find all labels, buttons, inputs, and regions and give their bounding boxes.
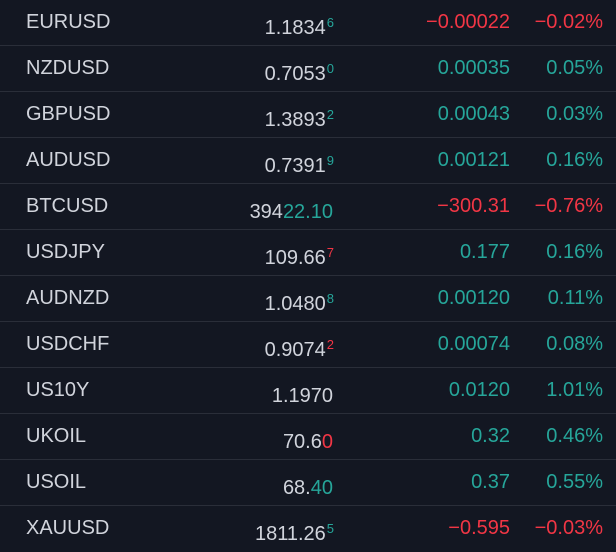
last-price: 39422.10 — [250, 184, 334, 229]
price-change-percent: −0.76% — [534, 195, 603, 217]
symbol-name: US10Y — [26, 379, 90, 401]
watchlist-row-ukoil[interactable]: UKOIL 70.60 0.32 0.46% — [0, 414, 616, 460]
last-price-base: 1.3893 — [264, 109, 326, 131]
symbol-name: USOIL — [26, 471, 87, 493]
last-price-base: 1811.26 — [254, 523, 326, 545]
price-change-percent: 0.05% — [546, 57, 603, 79]
price-change-percent: −0.03% — [534, 517, 603, 539]
last-price-changed-digits: 22.10 — [282, 201, 333, 223]
last-price: 70.60 — [283, 414, 334, 459]
last-price-pip-digit: 0 — [326, 61, 334, 76]
last-price-pip-digit: 2 — [326, 337, 334, 352]
price-change: 0.32 — [471, 425, 510, 447]
watchlist-row-usdchf[interactable]: USDCHF 0.90742 0.00074 0.08% — [0, 322, 616, 368]
watchlist-row-nzdusd[interactable]: NZDUSD 0.70530 0.00035 0.05% — [0, 46, 616, 92]
price-change: 0.37 — [471, 471, 510, 493]
price-change: 0.00120 — [437, 287, 510, 309]
last-price: 68.40 — [283, 460, 334, 505]
price-change-percent: −0.02% — [534, 11, 603, 33]
last-price-base: 109.66 — [264, 247, 326, 269]
last-price: 0.90742 — [265, 322, 334, 367]
last-price-base: 1.0480 — [264, 293, 326, 315]
price-change: −0.595 — [448, 517, 510, 539]
last-price: 1.04808 — [265, 276, 334, 321]
price-change: −0.00022 — [426, 11, 510, 33]
price-change-percent: 0.16% — [546, 241, 603, 263]
watchlist-row-xauusd[interactable]: XAUUSD 1811.265 −0.595 −0.03% — [0, 506, 616, 551]
price-change-percent: 0.03% — [546, 103, 603, 125]
watchlist-row-us10y[interactable]: US10Y 1.1970 0.0120 1.01% — [0, 368, 616, 414]
watchlist-row-usdjpy[interactable]: USDJPY 109.667 0.177 0.16% — [0, 230, 616, 276]
last-price: 0.70530 — [265, 46, 334, 91]
price-change: 0.00121 — [437, 149, 510, 171]
last-price-pip-digit: 2 — [326, 107, 334, 122]
symbol-name: AUDUSD — [26, 149, 111, 171]
watchlist-row-gbpusd[interactable]: GBPUSD 1.38932 0.00043 0.03% — [0, 92, 616, 138]
last-price-base: 68. — [282, 477, 311, 499]
last-price: 1.38932 — [265, 92, 334, 137]
price-change: 0.00074 — [437, 333, 510, 355]
price-change: 0.00035 — [437, 57, 510, 79]
last-price-base: 0.7053 — [264, 63, 326, 85]
last-price-pip-digit: 6 — [326, 15, 334, 30]
last-price-pip-digit: 8 — [326, 291, 334, 306]
last-price-base: 70.6 — [282, 431, 322, 453]
price-change-percent: 0.46% — [546, 425, 603, 447]
last-price-base: 0.9074 — [264, 339, 326, 361]
price-change-percent: 0.55% — [546, 471, 603, 493]
price-change: 0.00043 — [437, 103, 510, 125]
price-change-percent: 0.16% — [546, 149, 603, 171]
watchlist-row-audnzd[interactable]: AUDNZD 1.04808 0.00120 0.11% — [0, 276, 616, 322]
last-price-changed-digits: 40 — [310, 477, 333, 499]
symbol-name: BTCUSD — [26, 195, 109, 217]
symbol-name: USDCHF — [26, 333, 110, 355]
last-price-pip-digit: 9 — [326, 153, 334, 168]
symbol-name: XAUUSD — [26, 517, 110, 539]
price-change-percent: 0.11% — [547, 287, 603, 309]
price-change: −300.31 — [437, 195, 510, 217]
symbol-name: UKOIL — [26, 425, 87, 447]
watchlist-row-usoil[interactable]: USOIL 68.40 0.37 0.55% — [0, 460, 616, 506]
last-price: 109.667 — [265, 230, 334, 275]
price-change-percent: 0.08% — [546, 333, 603, 355]
watchlist: EURUSD 1.18346 −0.00022 −0.02% NZDUSD 0.… — [0, 0, 616, 552]
last-price-base: 394 — [249, 201, 283, 223]
watchlist-row-eurusd[interactable]: EURUSD 1.18346 −0.00022 −0.02% — [0, 0, 616, 46]
last-price: 0.73919 — [265, 138, 334, 183]
last-price: 1.18346 — [265, 0, 334, 45]
last-price: 1.1970 — [272, 368, 334, 413]
symbol-name: GBPUSD — [26, 103, 111, 125]
last-price-changed-digits: 0 — [321, 431, 333, 453]
last-price-base: 0.7391 — [264, 155, 326, 177]
last-price-base: 1.1834 — [264, 17, 326, 39]
price-change: 0.177 — [459, 241, 510, 263]
symbol-name: EURUSD — [26, 11, 111, 33]
watchlist-row-btcusd[interactable]: BTCUSD 39422.10 −300.31 −0.76% — [0, 184, 616, 230]
last-price: 1811.265 — [255, 506, 334, 551]
watchlist-row-audusd[interactable]: AUDUSD 0.73919 0.00121 0.16% — [0, 138, 616, 184]
symbol-name: AUDNZD — [26, 287, 110, 309]
symbol-name: USDJPY — [26, 241, 105, 263]
symbol-name: NZDUSD — [26, 57, 110, 79]
last-price-base: 1.1970 — [271, 385, 333, 407]
price-change: 0.0120 — [448, 379, 510, 401]
last-price-pip-digit: 5 — [326, 521, 334, 536]
last-price-pip-digit: 7 — [326, 245, 334, 260]
price-change-percent: 1.01% — [546, 379, 603, 401]
